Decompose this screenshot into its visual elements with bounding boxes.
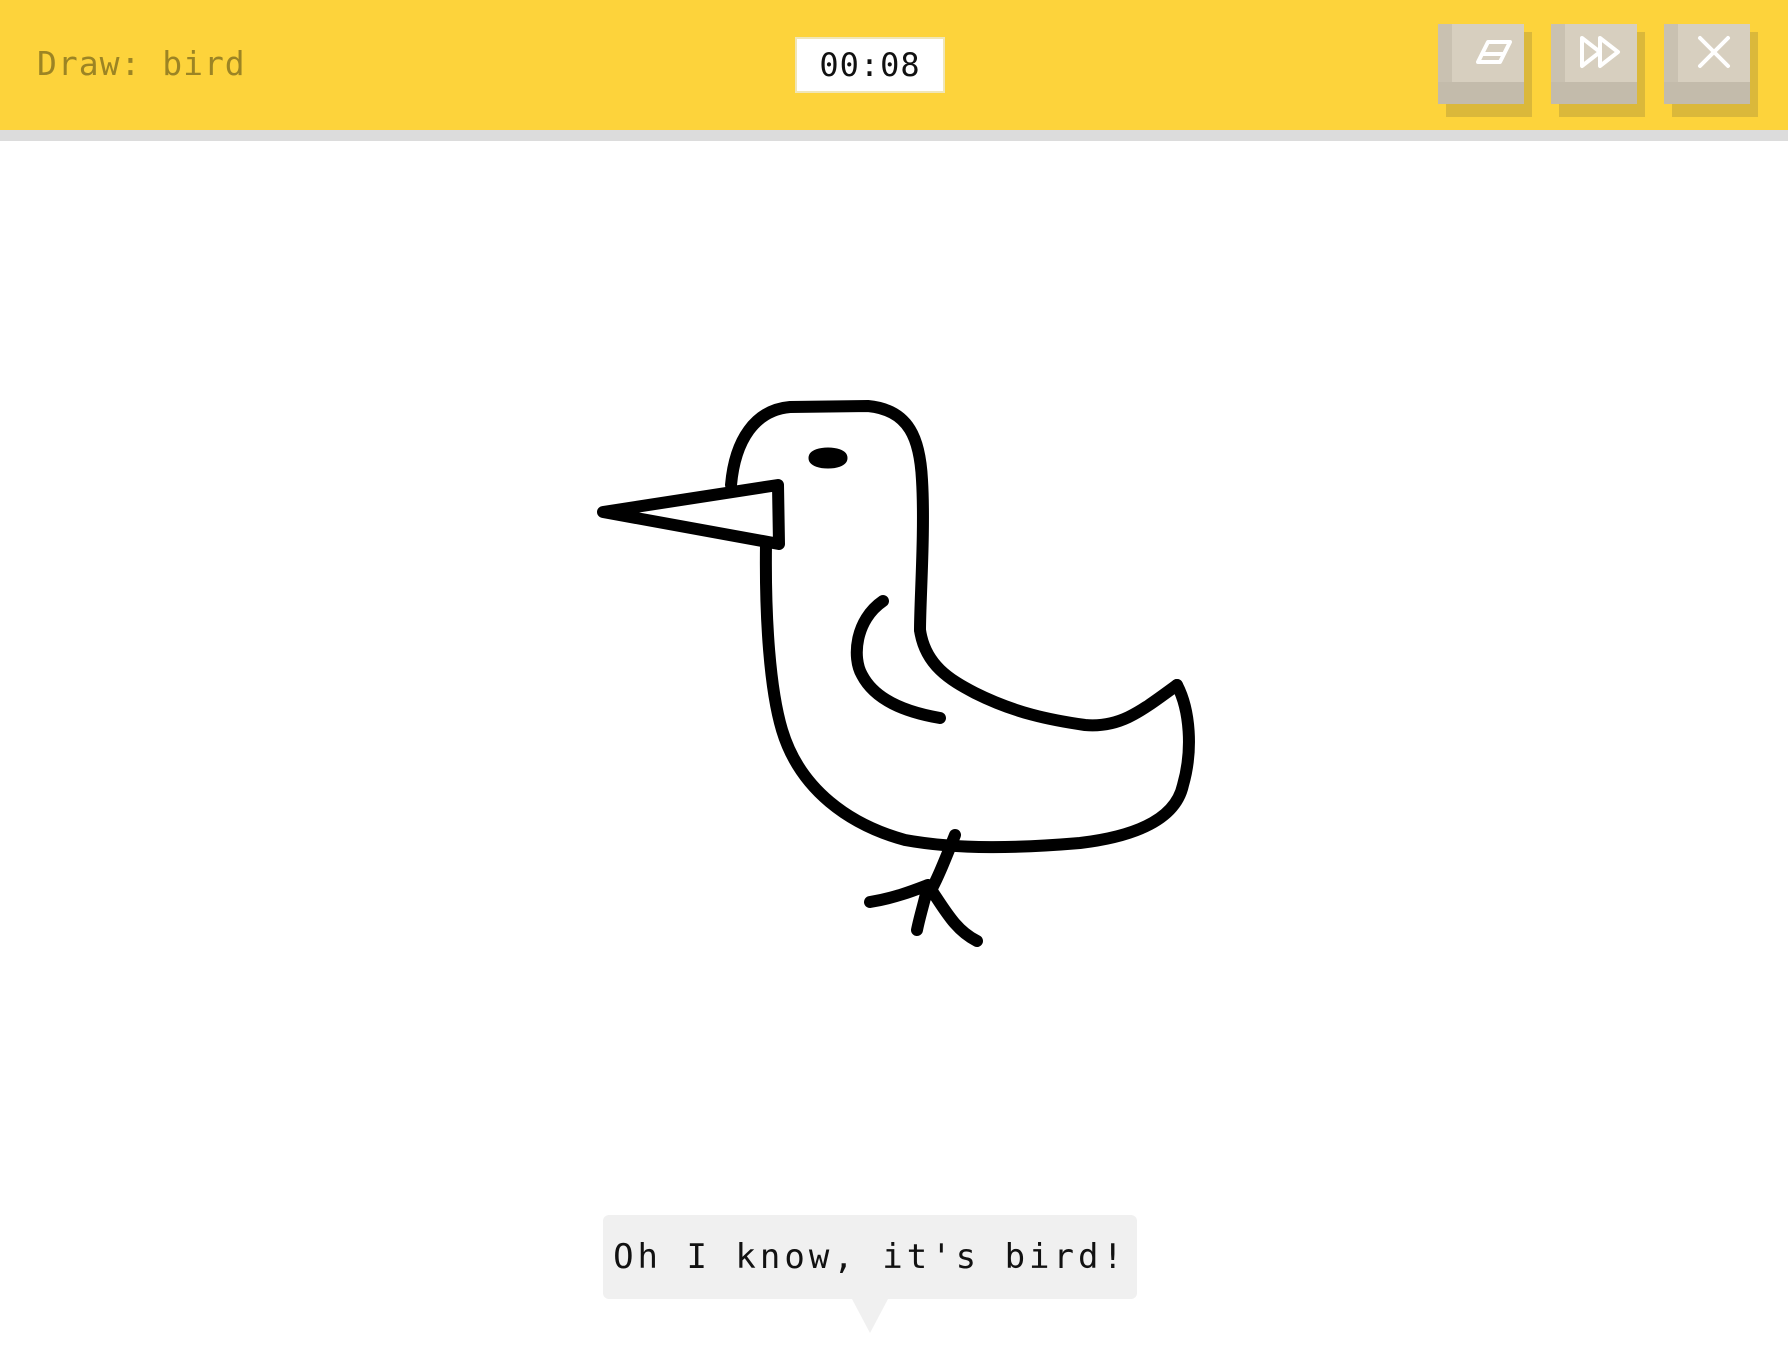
bird-beak (597, 479, 785, 550)
bird-eye (808, 447, 848, 469)
bird-back-outline (914, 624, 1183, 732)
bird-head-outline (725, 400, 929, 636)
guess-speech-bubble: Oh I know, it's bird! (603, 1215, 1137, 1299)
speech-bubble-tail (852, 1299, 888, 1333)
bird-foot (864, 879, 983, 947)
bird-sketch (597, 400, 1195, 947)
